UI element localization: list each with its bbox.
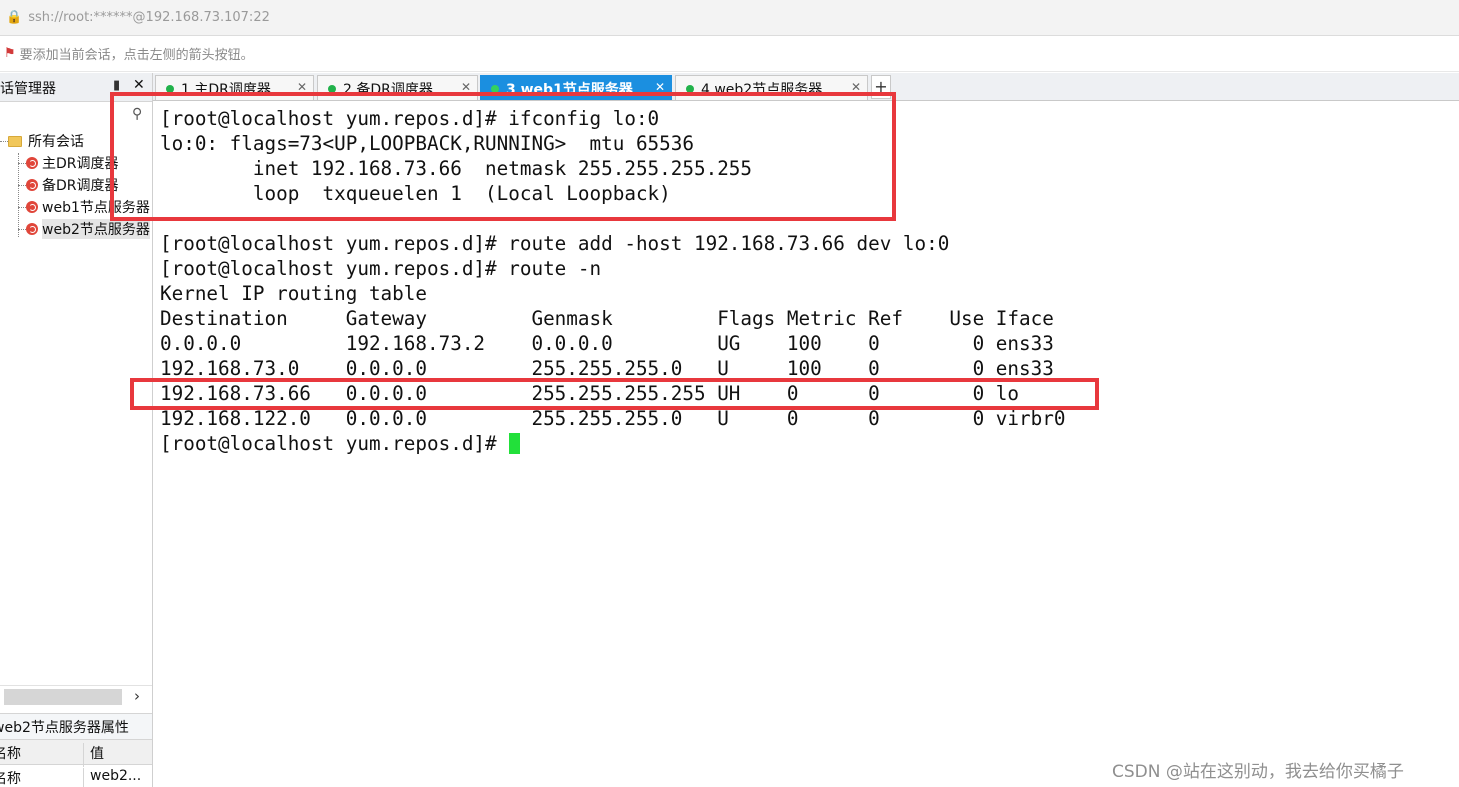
address-text: ssh://root:******@192.168.73.107:22 xyxy=(28,10,270,25)
column-value-header: 值 xyxy=(90,746,104,762)
tree-root-label: 所有会话 xyxy=(28,134,84,150)
terminal-line: [root@localhost yum.repos.d]# route -n xyxy=(160,257,602,280)
ssh-session-icon xyxy=(26,201,38,213)
hint-bar: ⚑ 要添加当前会话，点击左侧的箭头按钮。 xyxy=(0,36,1459,72)
property-value: web2... xyxy=(90,768,142,784)
ssh-session-icon xyxy=(26,179,38,191)
pin-icon[interactable]: ▮ xyxy=(113,78,120,93)
terminal-line: Kernel IP routing table xyxy=(160,282,427,305)
column-divider xyxy=(83,743,84,767)
properties-columns: 名称 值 xyxy=(0,740,152,767)
sidebar-item-main-dr[interactable]: 主DR调度器 xyxy=(18,153,119,173)
sidebar-item-label: 主DR调度器 xyxy=(42,156,119,172)
tree-connector xyxy=(18,184,26,186)
sidebar-item-backup-dr[interactable]: 备DR调度器 xyxy=(18,175,119,195)
terminal-line: [root@localhost yum.repos.d]# route add … xyxy=(160,232,950,255)
close-icon[interactable]: ✕ xyxy=(133,77,145,93)
sidebar-item-web2[interactable]: web2节点服务器 xyxy=(18,219,150,239)
ssh-session-icon xyxy=(26,223,38,235)
property-name: 名称 xyxy=(0,771,21,787)
properties-title: web2节点服务器属性 xyxy=(0,720,129,736)
scrollbar-thumb[interactable] xyxy=(4,689,122,705)
tree-connector xyxy=(18,228,26,230)
hint-text: 要添加当前会话，点击左侧的箭头按钮。 xyxy=(19,48,254,63)
terminal-prompt-line: [root@localhost yum.repos.d]# xyxy=(160,431,1065,456)
address-bar: 🔒 ssh://root:******@192.168.73.107:22 xyxy=(0,0,1459,36)
folder-icon xyxy=(8,135,22,147)
sidebar-item-label: 备DR调度器 xyxy=(42,178,119,194)
terminal-prompt: [root@localhost yum.repos.d]# xyxy=(160,432,509,455)
ssh-session-icon xyxy=(26,157,38,169)
horizontal-scrollbar[interactable]: › xyxy=(0,685,152,708)
column-divider xyxy=(83,768,84,787)
watermark: CSDN @站在这别动，我去给你买橘子 xyxy=(1112,762,1404,782)
highlight-box-route-lo xyxy=(130,378,1099,410)
chevron-right-icon[interactable]: › xyxy=(134,687,140,705)
properties-row[interactable]: 名称 web2... xyxy=(0,765,152,787)
tree-connector xyxy=(18,162,26,164)
bookmark-arrow-icon[interactable]: ⚑ xyxy=(4,46,16,61)
highlight-box-ifconfig xyxy=(110,92,896,221)
sidebar-item-label: web2节点服务器 xyxy=(42,219,150,239)
properties-header: web2节点服务器属性 xyxy=(0,713,152,740)
terminal[interactable]: [root@localhost yum.repos.d]# ifconfig l… xyxy=(110,92,1459,787)
terminal-line: 0.0.0.0 192.168.73.2 0.0.0.0 UG 100 0 0 … xyxy=(160,332,1054,355)
lock-icon: 🔒 xyxy=(6,10,23,25)
terminal-cursor xyxy=(509,433,521,454)
tree-connector xyxy=(0,140,8,142)
tree-connector xyxy=(18,206,26,208)
column-name-header: 名称 xyxy=(0,746,21,762)
session-manager-title: 会话管理器 xyxy=(0,81,56,97)
tree-root-all-sessions[interactable]: 所有会话 xyxy=(0,131,84,151)
terminal-line: Destination Gateway Genmask Flags Metric… xyxy=(160,307,1054,330)
